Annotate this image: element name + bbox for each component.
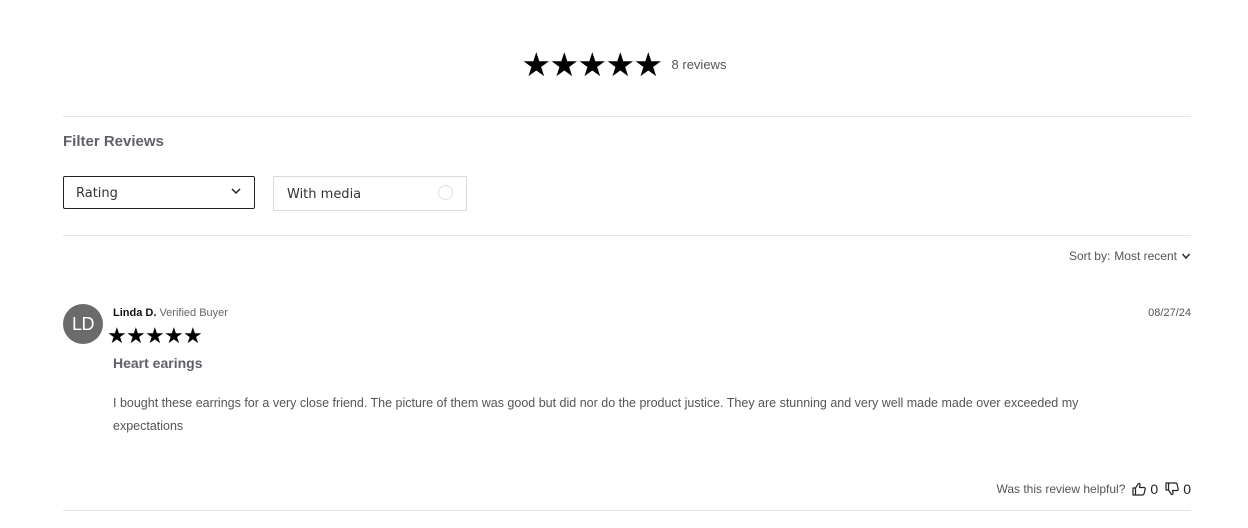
- with-media-filter[interactable]: With media: [273, 176, 467, 211]
- thumbs-down-count: 0: [1183, 481, 1191, 497]
- helpful-prompt: Was this review helpful?: [996, 482, 1126, 496]
- star-icon: ★: [164, 323, 184, 348]
- with-media-radio[interactable]: [438, 185, 453, 200]
- summary-stars[interactable]: ★ ★ ★ ★ ★: [521, 45, 664, 83]
- star-icon: ★: [549, 45, 580, 83]
- divider: [63, 235, 1191, 236]
- avatar: LD: [63, 304, 103, 344]
- review-count[interactable]: 8 reviews: [672, 57, 727, 72]
- verified-badge: Verified Buyer: [159, 307, 228, 319]
- review-date: 08/27/24: [1148, 307, 1191, 319]
- star-icon: ★: [126, 323, 146, 348]
- review-title: Heart earings: [113, 355, 203, 371]
- helpful-vote: Was this review helpful? 0 0: [996, 481, 1191, 497]
- star-icon: ★: [145, 323, 165, 348]
- chevron-down-icon: [231, 188, 241, 195]
- reviewer-info: Linda D. Verified Buyer: [113, 307, 228, 319]
- chevron-down-icon: [1181, 253, 1191, 260]
- with-media-label: With media: [287, 187, 362, 202]
- thumbs-up-button[interactable]: 0: [1131, 481, 1158, 497]
- thumbs-up-icon: [1132, 482, 1147, 496]
- thumbs-up-count: 0: [1150, 481, 1159, 497]
- star-icon: ★: [577, 45, 608, 83]
- review-stars: ★ ★ ★ ★ ★: [107, 323, 203, 348]
- star-icon: ★: [633, 45, 664, 83]
- thumbs-down-button[interactable]: 0: [1164, 481, 1191, 497]
- thumbs-down-icon: [1165, 482, 1180, 496]
- sort-value: Most recent: [1114, 249, 1177, 263]
- filter-title: Filter Reviews: [63, 133, 164, 150]
- sort-dropdown[interactable]: Sort by: Most recent: [1069, 249, 1191, 263]
- divider: [63, 510, 1191, 511]
- rating-filter-label: Rating: [76, 186, 118, 201]
- divider: [63, 116, 1191, 117]
- star-icon: ★: [605, 45, 636, 83]
- rating-summary: ★ ★ ★ ★ ★ 8 reviews: [0, 46, 1248, 82]
- reviewer-name: Linda D.: [113, 307, 157, 319]
- star-icon: ★: [521, 45, 552, 83]
- star-icon: ★: [183, 323, 203, 348]
- review-body: I bought these earrings for a very close…: [113, 396, 1079, 433]
- star-icon: ★: [107, 323, 127, 348]
- rating-filter-select[interactable]: Rating: [63, 176, 255, 209]
- sort-label: Sort by:: [1068, 249, 1111, 263]
